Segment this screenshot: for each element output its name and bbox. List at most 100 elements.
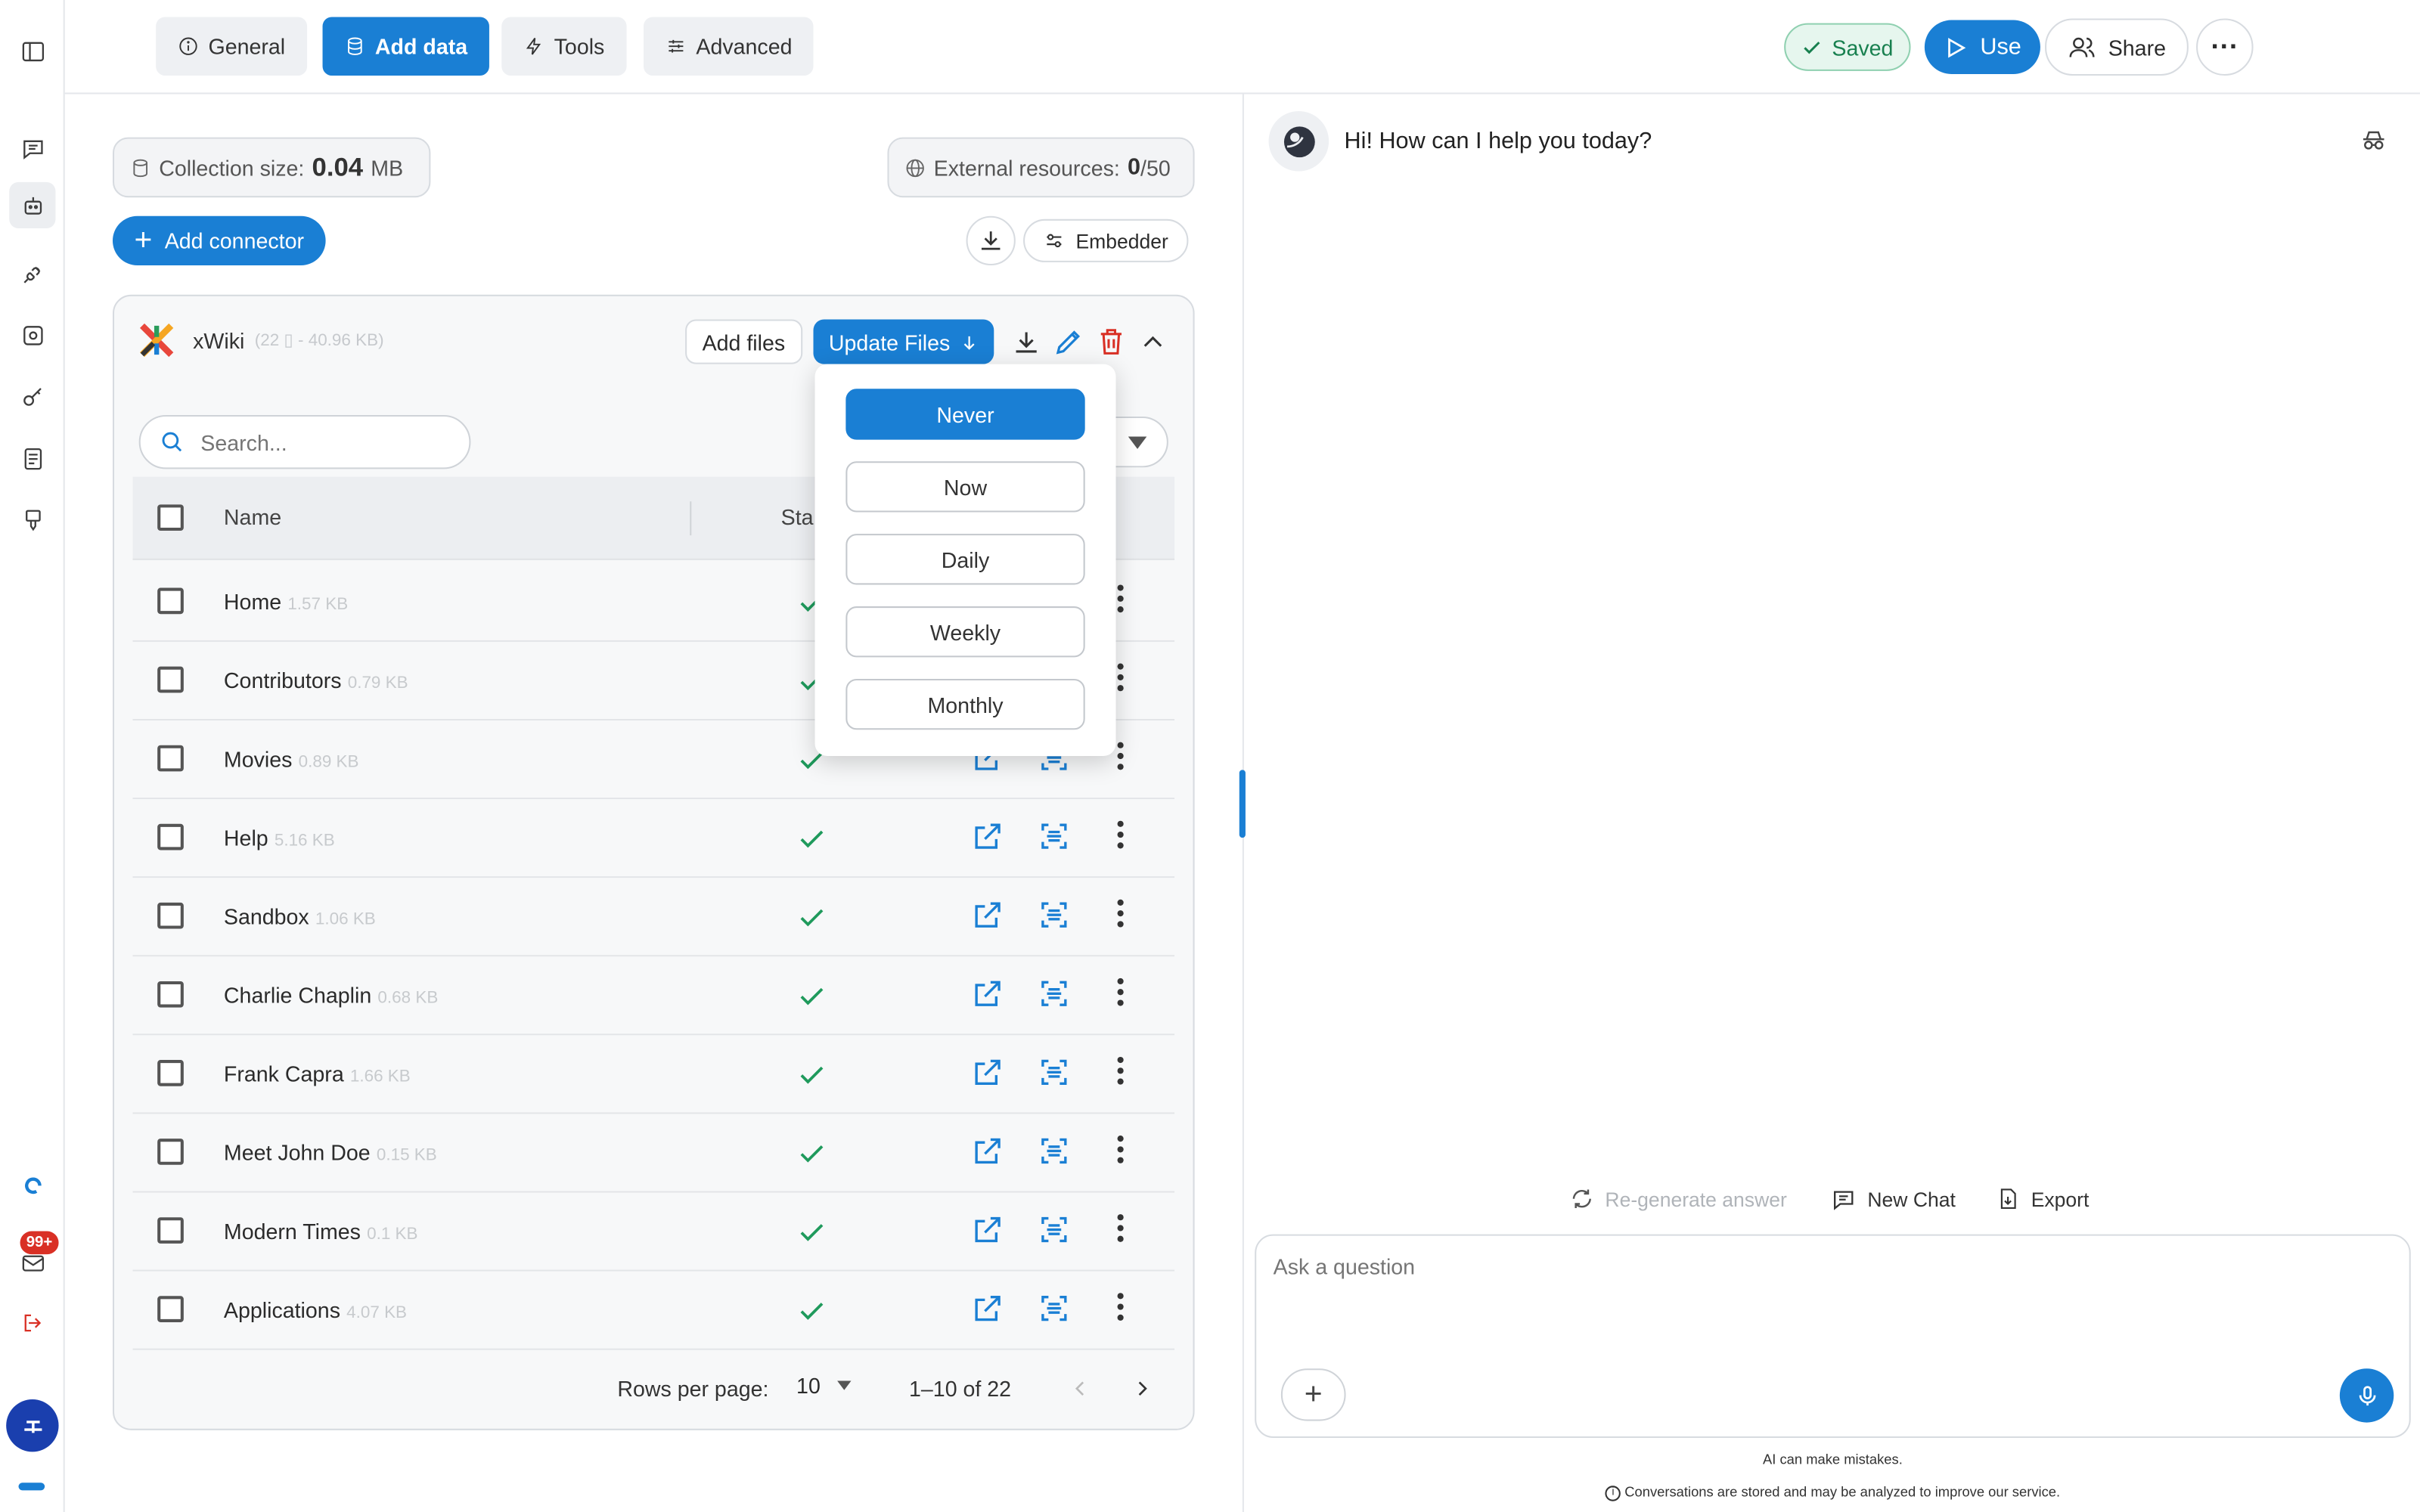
row-menu-icon[interactable] [1109,1211,1131,1245]
row-size: 0.89 KB [298,752,359,772]
collection-size: Collection size: 0.04 MB [112,137,431,198]
export-button[interactable]: Export [1996,1186,2089,1211]
open-external-icon[interactable] [971,1134,1005,1168]
share-button[interactable]: Share [2045,18,2189,76]
caret-down-icon [1128,436,1147,449]
add-connector-label: Add connector [164,228,305,253]
row-checkbox[interactable] [157,1296,184,1322]
resize-handle[interactable] [1239,770,1246,838]
tab-advanced[interactable]: Advanced [644,17,814,76]
toggle-sidebar-icon[interactable] [12,31,52,71]
row-menu-icon[interactable] [1109,1132,1131,1167]
scan-icon[interactable] [12,314,52,355]
tab-add-data[interactable]: Add data [322,17,489,76]
scan-text-icon[interactable] [1037,1291,1071,1325]
scroll-indicator [18,1483,45,1491]
row-size: 5.16 KB [274,831,335,850]
option-never[interactable]: Never [845,389,1085,440]
rows-per-page-select[interactable]: 10 [796,1373,852,1398]
open-external-icon[interactable] [971,898,1005,932]
add-connector-button[interactable]: + Add connector [112,215,326,266]
assistant-bot-icon[interactable] [9,181,56,229]
assistant-greeting: Hi! How can I help you today? [1344,128,1652,155]
download-button[interactable] [966,215,1016,266]
table-row[interactable]: Modern Times 0.1 KB [132,1192,1175,1272]
scan-text-icon[interactable] [1037,820,1071,854]
new-chat-button[interactable]: New Chat [1830,1186,1956,1213]
row-checkbox[interactable] [157,1217,184,1244]
edit-pencil-icon[interactable] [1053,326,1085,358]
row-checkbox[interactable] [157,745,184,772]
row-size: 0.1 KB [367,1225,418,1244]
document-icon[interactable] [12,438,52,479]
row-checkbox[interactable] [157,981,184,1008]
avatar[interactable] [6,1399,59,1452]
microphone-button[interactable] [2339,1368,2394,1423]
column-status: Sta [780,504,814,529]
row-menu-icon[interactable] [1109,897,1131,931]
attach-button[interactable]: + [1280,1368,1346,1421]
open-external-icon[interactable] [971,977,1005,1011]
embedder-button[interactable]: Embedder [1023,218,1189,262]
download-icon[interactable] [1011,327,1042,358]
external-value: 0 [1128,154,1141,181]
row-checkbox[interactable] [157,823,184,850]
row-name: Help 5.16 KB [224,826,335,850]
chat-icon[interactable] [12,128,52,168]
open-external-icon[interactable] [971,820,1005,854]
row-checkbox[interactable] [157,902,184,929]
row-menu-icon[interactable] [1109,975,1131,1009]
option-now[interactable]: Now [845,461,1085,513]
row-menu-icon[interactable] [1109,818,1131,852]
chevron-up-icon[interactable] [1139,329,1167,357]
open-external-icon[interactable] [971,1055,1005,1089]
collection-value: 0.04 [312,152,364,181]
tab-general[interactable]: General [156,17,307,76]
search-input[interactable] [200,429,433,455]
refresh-icon [1572,1189,1591,1208]
table-row[interactable]: Meet John Doe 0.15 KB [132,1114,1175,1193]
question-input[interactable] [1273,1254,2354,1316]
table-row[interactable]: Applications 4.07 KB [132,1271,1175,1350]
use-button[interactable]: Use [1924,20,2040,74]
add-files-button[interactable]: Add files [685,319,802,364]
row-menu-icon[interactable] [1109,1054,1131,1088]
scan-text-icon[interactable] [1037,977,1071,1011]
tab-tools[interactable]: Tools [501,17,626,76]
brush-icon[interactable] [12,500,52,540]
incognito-icon[interactable] [2360,126,2387,154]
search-field[interactable] [138,414,471,469]
update-files-button[interactable]: Update Files [813,319,994,364]
plus-icon: + [1304,1377,1323,1411]
row-checkbox[interactable] [157,1139,184,1165]
more-options-button[interactable]: ··· [2196,18,2254,76]
option-weekly[interactable]: Weekly [845,606,1085,658]
chevron-left-icon[interactable] [1069,1377,1091,1399]
logout-icon[interactable] [12,1302,52,1342]
row-menu-icon[interactable] [1109,1290,1131,1324]
scan-text-icon[interactable] [1037,898,1071,932]
plug-icon[interactable] [12,253,52,293]
scan-text-icon[interactable] [1037,1055,1071,1089]
table-row[interactable]: Help 5.16 KB [132,799,1175,878]
option-daily[interactable]: Daily [845,534,1085,585]
bolt-icon [526,37,541,55]
status-check-icon [800,909,824,927]
trash-icon[interactable] [1096,326,1127,358]
row-checkbox[interactable] [157,1060,184,1086]
table-row[interactable]: Charlie Chaplin 0.68 KB [132,956,1175,1036]
key-icon[interactable] [12,376,52,417]
scan-text-icon[interactable] [1037,1213,1071,1247]
select-all-checkbox[interactable] [157,504,184,531]
open-external-icon[interactable] [971,1213,1005,1247]
table-row[interactable]: Frank Capra 1.66 KB [132,1035,1175,1114]
regenerate-answer-button[interactable]: Re-generate answer [1569,1186,1787,1211]
option-monthly[interactable]: Monthly [845,678,1085,730]
scan-text-icon[interactable] [1037,1134,1071,1168]
logo-q-icon[interactable] [12,1165,52,1205]
row-checkbox[interactable] [157,587,184,615]
chevron-right-icon[interactable] [1131,1377,1153,1399]
row-checkbox[interactable] [157,666,184,693]
table-row[interactable]: Sandbox 1.06 KB [132,878,1175,957]
open-external-icon[interactable] [971,1291,1005,1325]
